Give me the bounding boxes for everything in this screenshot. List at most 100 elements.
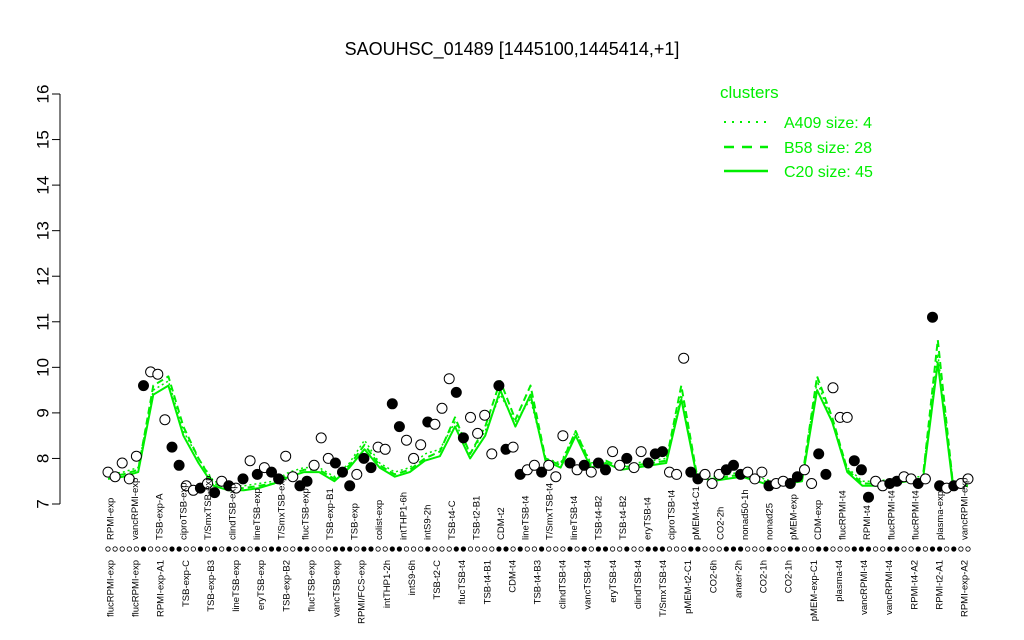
- strip-marker: [588, 546, 594, 552]
- strip-marker: [659, 546, 666, 552]
- x-tick-label: flucRPMI-t4: [838, 490, 849, 540]
- strip-marker: [766, 546, 772, 552]
- x-tick-label: RPMI/FCS-exp: [357, 560, 368, 624]
- strip-marker: [688, 546, 694, 552]
- y-axis: 7 8 9 10 11 12 13 14 15 16: [33, 85, 61, 509]
- strip-marker: [446, 546, 452, 552]
- legend-entry-a409: A409 size: 4: [784, 115, 872, 132]
- data-point: [308, 459, 320, 471]
- strip-marker: [503, 546, 509, 552]
- data-point: [642, 457, 654, 469]
- strip-marker: [645, 546, 651, 552]
- x-tick-label: eryTSB-t4: [642, 497, 653, 540]
- strip-marker: [553, 546, 559, 552]
- x-tick-label: flucTSB-t4: [457, 560, 468, 604]
- x-tick-label: RPMI-t4-A2: [909, 560, 920, 610]
- strip-marker: [737, 546, 744, 552]
- x-tick-label: lineTSB-exp: [252, 488, 263, 540]
- x-tick-label: nonad50-1h: [740, 489, 751, 540]
- data-point: [457, 432, 469, 444]
- strip-marker: [638, 546, 644, 552]
- data-point: [863, 491, 874, 503]
- strip-marker: [631, 546, 637, 552]
- x-tick-label: RPMI-t2-A1: [934, 560, 945, 610]
- x-tick-label: CO2-1h: [759, 560, 770, 593]
- x-tick-label: CDM-exp: [813, 500, 824, 540]
- data-point: [450, 386, 462, 398]
- data-point: [621, 452, 633, 464]
- data-point: [429, 418, 441, 430]
- data-point: [656, 446, 668, 458]
- strip-marker: [723, 546, 729, 552]
- strip-marker: [474, 546, 481, 552]
- x-tick-label: TSB-exp-B1: [325, 488, 336, 540]
- strip-marker: [958, 546, 964, 552]
- strip-marker: [524, 546, 530, 552]
- y-tick-label: 9: [33, 408, 52, 417]
- data-point: [827, 382, 839, 394]
- strip-marker: [467, 546, 474, 552]
- data-point: [443, 373, 455, 385]
- x-tick-label: TSB-t4-C: [447, 500, 458, 540]
- strip-marker: [332, 546, 338, 552]
- x-tick-label: lineTSB-exp: [231, 560, 242, 612]
- strip-marker: [752, 546, 758, 552]
- data-point: [329, 457, 341, 469]
- data-point: [358, 452, 370, 464]
- strip-marker: [922, 546, 929, 552]
- x-tick-label: lineTSB-t4: [569, 496, 580, 540]
- x-tick-label: vancRPMI-exp: [960, 478, 971, 540]
- x-tick-label: anaer-2h: [733, 560, 744, 598]
- strip-marker: [574, 546, 580, 552]
- strip-marker: [510, 546, 516, 552]
- data-point: [728, 459, 739, 471]
- strip-marker: [140, 546, 147, 552]
- x-tick-label: nonad25: [764, 503, 775, 540]
- strip-marker: [368, 546, 374, 552]
- x-tick-label: RPMI-exp: [106, 498, 117, 540]
- data-point: [543, 459, 555, 471]
- x-tick-label: vancRPMI-t4: [884, 560, 895, 615]
- strip-marker: [375, 546, 381, 552]
- x-tick-label: lineTSB-t4: [520, 496, 531, 540]
- strip-marker: [133, 546, 139, 552]
- strip-marker: [283, 546, 289, 552]
- strip-marker: [261, 546, 267, 552]
- x-tick-label: intS9-6h: [407, 560, 418, 595]
- legend-entry-c20: C20 size: 45: [784, 164, 873, 181]
- strip-marker: [652, 546, 658, 552]
- x-tick-label: intTHP1-2h: [382, 560, 393, 608]
- x-tick-label: pMEM-t2-C1: [683, 560, 694, 614]
- data-point: [550, 471, 562, 483]
- data-point: [166, 441, 178, 453]
- data-point: [799, 464, 810, 476]
- x-tick-label: TSB-t4-B3: [533, 560, 544, 604]
- y-tick-label: 7: [33, 499, 52, 508]
- strip-marker: [354, 546, 360, 552]
- x-tick-label: eryTSB-t4: [608, 560, 619, 603]
- strip-marker: [794, 546, 801, 552]
- strip-marker: [538, 546, 545, 552]
- data-point: [287, 471, 299, 483]
- strip-marker: [681, 546, 687, 552]
- strip-marker: [389, 546, 395, 552]
- strip-marker: [432, 546, 438, 552]
- x-tick-label: TSB-t2-C: [432, 560, 443, 600]
- x-tick-label: vancTSB-t4: [583, 560, 594, 610]
- x-tick-label: TSB-t2-B1: [472, 496, 483, 540]
- x-tick-label: plasma-t4: [834, 560, 845, 602]
- strip-marker: [311, 546, 317, 552]
- strip-marker: [155, 546, 161, 552]
- x-tick-label: T/SmxTSB-exp: [276, 476, 287, 540]
- strip-marker: [297, 546, 303, 552]
- strip-marker: [176, 546, 182, 552]
- data-point: [678, 352, 690, 364]
- strip-marker: [212, 546, 218, 552]
- x-tick-label: intTHP1-6h: [398, 492, 409, 540]
- data-point: [486, 448, 498, 460]
- strip-marker: [382, 546, 388, 552]
- legend-title: clusters: [720, 83, 779, 102]
- data-point: [855, 464, 867, 476]
- strip-marker: [546, 546, 552, 552]
- strip-marker: [844, 546, 850, 552]
